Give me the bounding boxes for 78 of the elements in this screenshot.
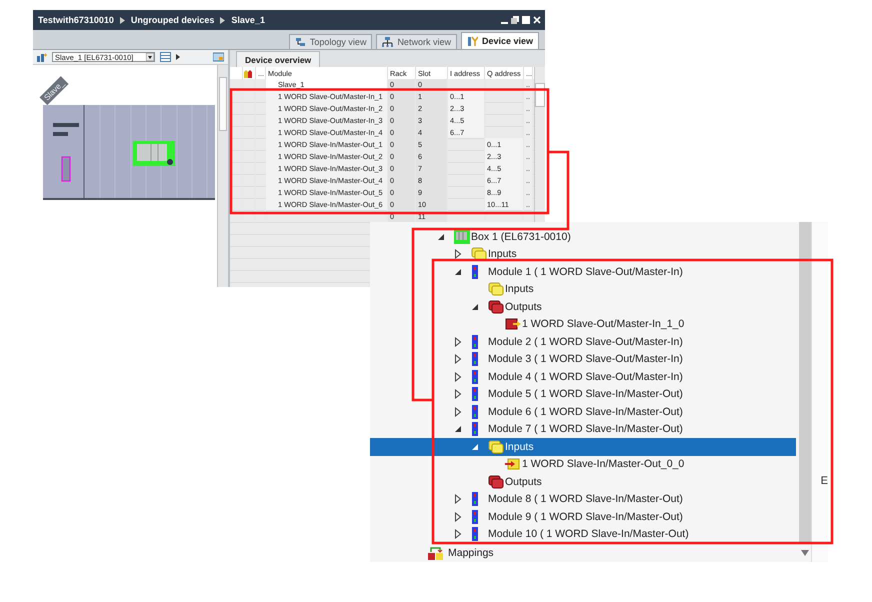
module-icon [471, 422, 479, 436]
outputs-folder-icon [488, 300, 504, 314]
tree-item[interactable]: Module 7 ( 1 WORD Slave-In/Master-Out) [370, 420, 799, 438]
tree-item[interactable]: Module 1 ( 1 WORD Slave-Out/Master-In) [370, 263, 799, 280]
tree-item[interactable]: Module 5 ( 1 WORD Slave-In/Master-Out) [370, 386, 799, 403]
expand-arrow-icon[interactable] [454, 494, 462, 504]
breadcrumb[interactable]: Slave_1 [231, 15, 265, 25]
dropdown-arrow-icon [146, 53, 154, 61]
collapse-arrow-icon[interactable] [454, 425, 462, 434]
tree-item[interactable]: Module 4 ( 1 WORD Slave-Out/Master-In) [370, 368, 799, 386]
expand-arrow-icon[interactable] [176, 54, 180, 60]
module-icon [471, 404, 479, 419]
device-overview-tab[interactable]: Device overview [236, 51, 320, 67]
expand-arrow-icon[interactable] [454, 249, 462, 260]
restore-icon[interactable] [511, 16, 519, 24]
module-icon [471, 510, 479, 524]
tree-item[interactable]: 1 WORD Slave-Out/Master-In_1_0 [370, 316, 799, 333]
outputs-folder-icon [488, 474, 504, 489]
panel-label: E [820, 475, 828, 487]
inputs-folder-icon [488, 282, 504, 296]
device-box-icon [454, 230, 470, 244]
close-icon[interactable] [533, 16, 541, 24]
expand-arrow-icon[interactable] [454, 529, 462, 540]
collapse-arrow-icon[interactable] [437, 232, 445, 241]
tree-item[interactable]: Inputs [370, 280, 799, 298]
scroll-down-icon[interactable] [800, 550, 809, 556]
tree-item[interactable]: Module 2 ( 1 WORD Slave-Out/Master-In) [370, 333, 799, 350]
expand-arrow-icon[interactable] [454, 336, 462, 347]
breadcrumb-separator-icon [120, 16, 125, 24]
breadcrumb-separator-icon [220, 16, 226, 24]
breadcrumb[interactable]: Ungrouped devices [130, 15, 214, 25]
device-tree-icon[interactable] [37, 52, 47, 62]
device-icon [466, 36, 478, 46]
inputs-folder-icon [488, 440, 504, 454]
scrollbar[interactable] [217, 65, 228, 287]
collapse-arrow-icon[interactable] [471, 442, 479, 451]
scrollbar[interactable] [534, 67, 545, 222]
scrollbar-thumb[interactable] [219, 77, 227, 131]
expand-arrow-icon[interactable] [454, 354, 462, 364]
expand-arrow-icon[interactable] [454, 406, 462, 417]
network-icon [382, 37, 394, 47]
tree-item[interactable]: Outputs [370, 298, 799, 316]
input-variable-icon [505, 457, 521, 472]
output-variable-icon [505, 317, 521, 332]
tree-item[interactable]: Inputs [370, 246, 799, 263]
module-icon [471, 527, 479, 542]
module-icon [471, 387, 479, 402]
view-tab[interactable]: Topology view [288, 34, 372, 49]
tree-item[interactable]: Outputs [370, 473, 799, 490]
module-icon [471, 334, 479, 349]
tree-item[interactable]: Module 3 ( 1 WORD Slave-Out/Master-In) [370, 350, 799, 368]
tree-item[interactable]: Module 8 ( 1 WORD Slave-In/Master-Out) [370, 490, 799, 508]
tree-item[interactable]: Inputs [370, 438, 796, 456]
module-icon [471, 352, 479, 366]
tree-item[interactable]: Mappings [370, 544, 799, 562]
breadcrumb[interactable]: Testwith67310010 [38, 15, 114, 25]
view-tab[interactable]: Device view [460, 32, 539, 49]
status-icon [243, 68, 253, 78]
module-icon [471, 264, 479, 279]
inputs-folder-icon [471, 247, 487, 262]
expand-arrow-icon[interactable] [454, 372, 462, 382]
module-icon [471, 492, 479, 506]
topology-icon [294, 37, 306, 47]
collapse-arrow-icon[interactable] [471, 302, 479, 311]
tree-item[interactable]: Module 6 ( 1 WORD Slave-In/Master-Out) [370, 403, 799, 420]
tree-item[interactable]: Box 1 (EL6731-0010) [370, 228, 799, 246]
scrollbar-thumb[interactable] [535, 83, 545, 107]
table-view-icon[interactable] [160, 52, 171, 62]
expand-arrow-icon[interactable] [454, 389, 462, 400]
collapse-arrow-icon[interactable] [454, 268, 462, 276]
tree-item[interactable]: Module 9 ( 1 WORD Slave-In/Master-Out) [370, 508, 799, 526]
mappings-icon [428, 546, 444, 560]
expand-arrow-icon[interactable] [454, 512, 462, 522]
properties-icon[interactable] [213, 52, 224, 62]
tree-item[interactable]: 1 WORD Slave-In/Master-Out_0_0 [370, 456, 799, 473]
tree-item[interactable]: Module 10 ( 1 WORD Slave-In/Master-Out) [370, 526, 799, 543]
view-tab[interactable]: Network view [376, 34, 457, 49]
module-icon [471, 370, 479, 384]
